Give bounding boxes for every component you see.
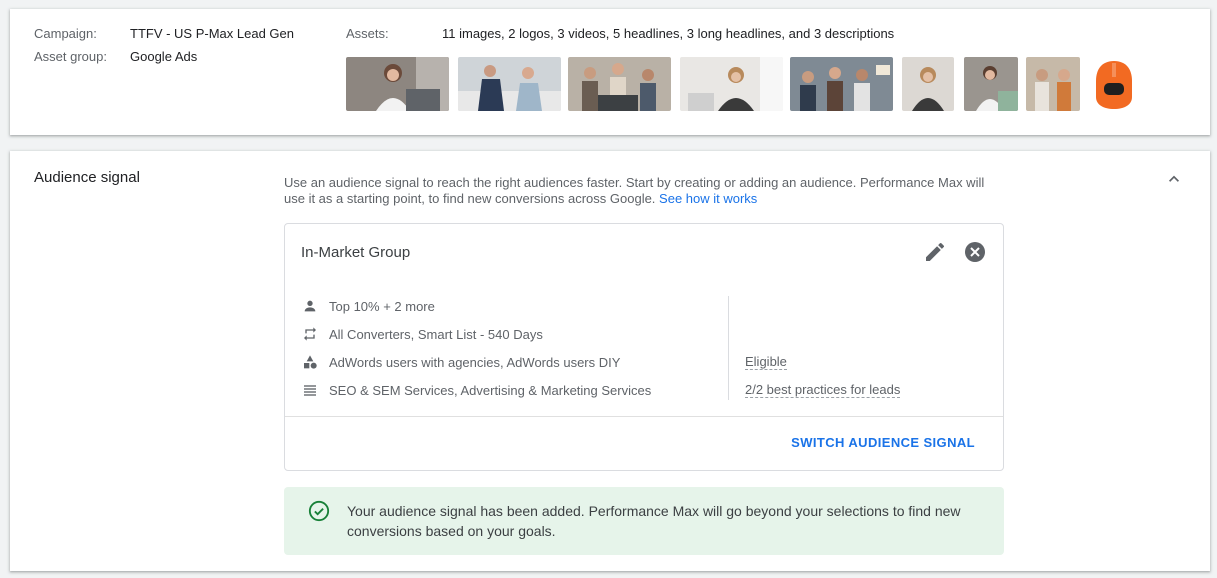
audience-group-name: In-Market Group xyxy=(301,244,411,261)
audience-row-in-market: SEO & SEM Services, Advertising & Market… xyxy=(301,381,651,399)
cancel-circle-icon xyxy=(965,242,985,262)
audience-description: Use an audience signal to reach the righ… xyxy=(284,175,994,207)
status-eligible[interactable]: Eligible xyxy=(745,354,787,370)
audience-row-text: All Converters, Smart List - 540 Days xyxy=(329,326,543,342)
see-how-it-works-link[interactable]: See how it works xyxy=(659,191,757,206)
campaign-value: TTFV - US P-Max Lead Gen xyxy=(130,26,294,41)
audience-signal-card: Audience signal Use an audience signal t… xyxy=(10,151,1210,571)
asset-image-thumbnail[interactable] xyxy=(458,57,561,111)
audience-row-text: Top 10% + 2 more xyxy=(329,298,435,314)
chevron-up-icon xyxy=(1169,175,1179,182)
success-notice: Your audience signal has been added. Per… xyxy=(284,487,1004,555)
section-title: Audience signal xyxy=(34,169,140,186)
audience-row-data: All Converters, Smart List - 540 Days xyxy=(301,325,543,343)
check-circle-icon xyxy=(308,500,330,522)
asset-image-thumbnail[interactable] xyxy=(902,57,954,111)
campaign-label: Campaign: xyxy=(34,26,97,41)
person-icon xyxy=(301,297,319,315)
asset-image-thumbnail[interactable] xyxy=(964,57,1018,111)
asset-image-thumbnail[interactable] xyxy=(568,57,671,111)
asset-image-thumbnail[interactable] xyxy=(1026,57,1080,111)
shapes-icon xyxy=(301,353,319,371)
assets-label: Assets: xyxy=(346,26,389,41)
campaign-summary-card: Campaign: TTFV - US P-Max Lead Gen Asset… xyxy=(10,9,1210,135)
asset-image-thumbnail[interactable] xyxy=(346,57,449,111)
remove-button[interactable] xyxy=(963,240,987,264)
list-icon xyxy=(301,381,319,399)
best-practices-status[interactable]: 2/2 best practices for leads xyxy=(745,382,901,398)
logo-thumbnail[interactable] xyxy=(1092,57,1136,111)
asset-image-thumbnail[interactable] xyxy=(790,57,893,111)
audience-row-segments: Top 10% + 2 more xyxy=(301,297,435,315)
assets-value: 11 images, 2 logos, 3 videos, 5 headline… xyxy=(442,26,895,41)
notice-message: Your audience signal has been added. Per… xyxy=(347,503,961,539)
audience-signal-box: In-Market Group Top 10% + 2 more All Con… xyxy=(284,223,1004,471)
vertical-divider xyxy=(728,296,729,400)
audience-row-text: AdWords users with agencies, AdWords use… xyxy=(329,354,621,370)
repeat-icon xyxy=(301,325,319,343)
audience-row-interests: AdWords users with agencies, AdWords use… xyxy=(301,353,620,371)
audience-row-text: SEO & SEM Services, Advertising & Market… xyxy=(329,382,652,398)
description-text: Use an audience signal to reach the righ… xyxy=(284,175,985,206)
pencil-icon xyxy=(926,242,945,261)
asset-group-label: Asset group: xyxy=(34,49,107,64)
edit-button[interactable] xyxy=(923,240,947,264)
asset-group-value: Google Ads xyxy=(130,49,198,64)
collapse-button[interactable] xyxy=(1164,169,1184,189)
asset-image-thumbnail[interactable] xyxy=(680,57,783,111)
switch-audience-signal-button[interactable]: SWITCH AUDIENCE SIGNAL xyxy=(791,435,975,450)
horizontal-divider xyxy=(285,416,1003,417)
